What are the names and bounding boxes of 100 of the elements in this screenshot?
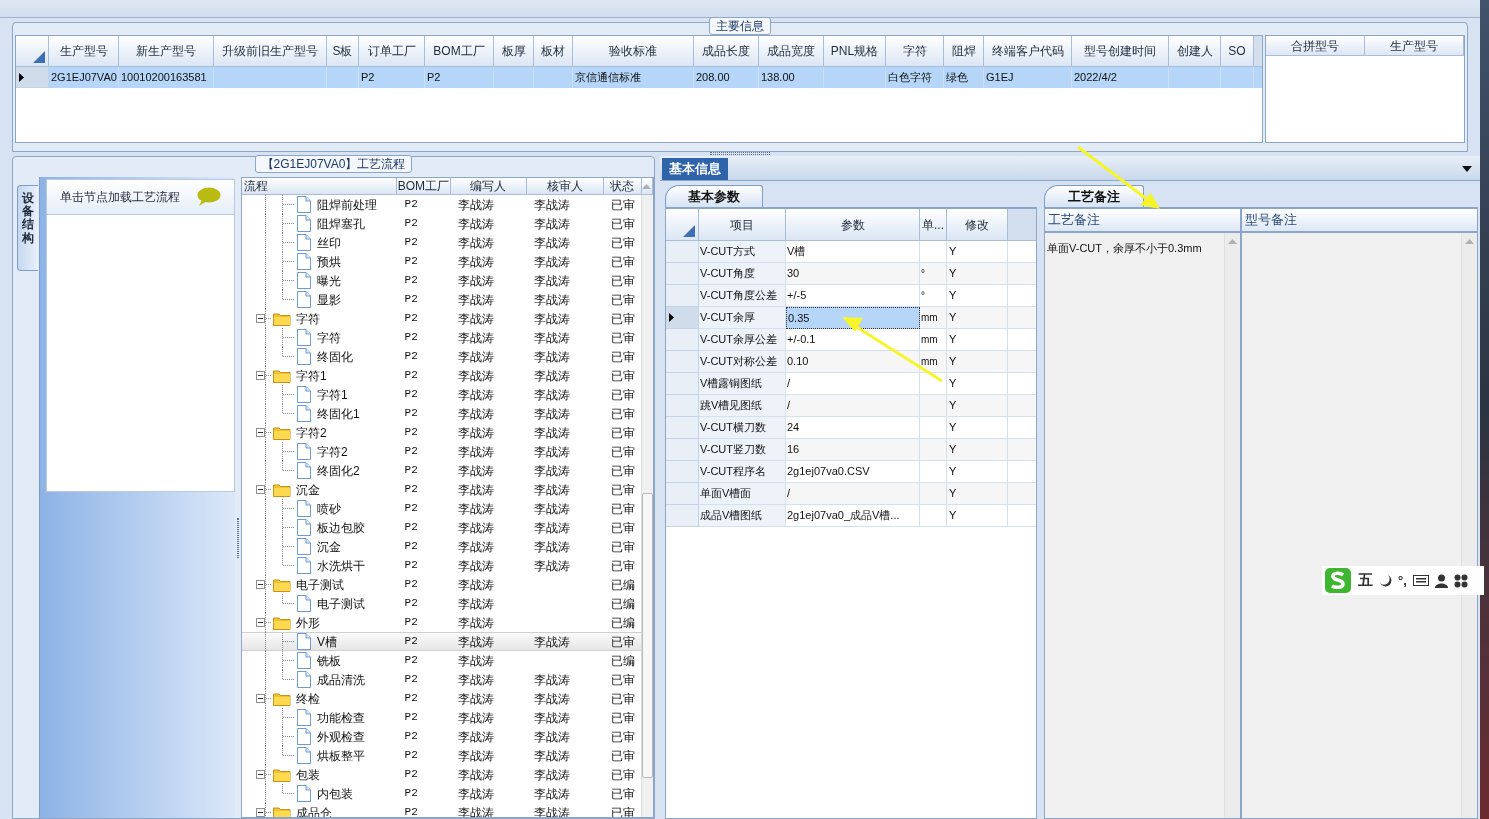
column-header[interactable]: 型号备注 — [1242, 209, 1477, 233]
row-pointer-icon — [669, 313, 674, 322]
panel-tab[interactable]: 工艺备注 — [1044, 185, 1144, 207]
tree-node-label: 字符 — [295, 310, 320, 328]
tree-node-label: 曝光 — [316, 272, 341, 290]
column-header[interactable]: PNL规格 — [824, 36, 886, 67]
table-cell-text: Y — [948, 244, 957, 260]
column-header[interactable]: 修改 — [947, 209, 1008, 241]
hint-header[interactable]: 单击节点加载工艺流程 — [45, 179, 235, 215]
table-row[interactable]: 单面V槽面 / Y — [666, 483, 1036, 505]
side-tab[interactable]: 设备结构 — [17, 185, 38, 271]
collapse-toggle[interactable] — [255, 371, 265, 380]
column-header[interactable]: 参数 — [786, 209, 920, 241]
table-row[interactable]: V-CUT横刀数 24 Y — [666, 417, 1036, 439]
document-icon — [296, 728, 311, 745]
tree-node-label: 阻焊塞孔 — [316, 215, 365, 233]
dropdown-icon[interactable] — [1462, 166, 1472, 172]
table-row[interactable]: V-CUT余厚 0.35 mm Y — [666, 307, 1036, 329]
collapse-toggle[interactable] — [255, 485, 265, 494]
table-row[interactable]: V-CUT竖刀数 16 Y — [666, 439, 1036, 461]
column-header[interactable]: 工艺备注 — [1045, 209, 1240, 233]
table-cell[interactable]: 2g1ej07va0_成品V槽... — [786, 505, 920, 527]
table-row[interactable]: V-CUT角度公差 +/-5 ° Y — [666, 285, 1036, 307]
splitter-grip[interactable] — [236, 517, 239, 558]
column-header[interactable]: 创建人 — [1169, 36, 1221, 67]
table-cell[interactable]: 0.35 — [786, 307, 920, 329]
table-cell-text: 李战涛 — [458, 310, 495, 328]
table-cell-text: 已审 — [611, 709, 636, 727]
grid-icon[interactable] — [1453, 573, 1468, 588]
table-row[interactable]: 成品V槽图纸 2g1ej07va0_成品V槽... Y — [666, 505, 1036, 527]
collapse-toggle[interactable] — [255, 808, 265, 817]
column-header[interactable]: 字符 — [886, 36, 944, 67]
collapse-toggle[interactable] — [255, 694, 265, 703]
column-header[interactable]: 流程 — [241, 178, 397, 195]
column-header[interactable]: 型号创建时间 — [1072, 36, 1169, 67]
column-header[interactable]: 新生产型号 — [119, 36, 214, 67]
table-cell-text: 李战涛 — [458, 329, 495, 347]
column-header[interactable]: 验收标准 — [573, 36, 694, 67]
table-cell-text: mm — [920, 355, 938, 369]
column-header[interactable]: 单... — [920, 209, 947, 241]
column-header[interactable]: BOM工厂 — [396, 178, 451, 195]
table-row[interactable]: V-CUT方式 V槽 Y — [666, 241, 1036, 263]
table-row[interactable]: 2G1EJ07VA0 10010200163581 P2 P2 京信通信标准 208.00 138.00 白色字符 绿色 G1EJ 2022/4/2 — [16, 67, 1262, 88]
splitter-grip[interactable] — [710, 152, 770, 155]
table-cell-text: 已审 — [611, 462, 636, 480]
user-icon[interactable] — [1434, 573, 1448, 588]
document-icon — [296, 652, 311, 669]
table-row[interactable]: V-CUT对称公差 0.10 mm Y — [666, 351, 1036, 373]
table-cell-text: Y — [948, 288, 957, 304]
scroll-thumb[interactable] — [642, 493, 653, 778]
column-header[interactable]: 生产型号 — [49, 36, 119, 67]
column-header[interactable]: 订单工厂 — [359, 36, 425, 67]
table-cell-text: 已编 — [611, 576, 636, 594]
column-header[interactable]: S板 — [327, 36, 359, 67]
table-cell-text: P2 — [404, 539, 418, 555]
table-row[interactable]: V-CUT角度 30 ° Y — [666, 263, 1036, 285]
column-header[interactable]: 终端客户代码 — [984, 36, 1072, 67]
detail-tab[interactable]: 基本信息 — [662, 158, 728, 180]
collapse-toggle[interactable] — [255, 314, 265, 323]
folder-icon — [272, 767, 291, 782]
column-header[interactable]: 升级前旧生产型号 — [214, 36, 327, 67]
table-cell-text: mm — [920, 311, 938, 325]
column-header[interactable]: 状态 — [603, 178, 642, 195]
scrollbar[interactable] — [641, 195, 653, 817]
column-header[interactable]: BOM工厂 — [425, 36, 494, 67]
collapse-toggle[interactable] — [255, 580, 265, 589]
collapse-toggle[interactable] — [255, 618, 265, 627]
table-row[interactable]: V槽露铜图纸 / Y — [666, 373, 1036, 395]
column-header[interactable]: 编写人 — [450, 178, 527, 195]
table-cell-text: 已审 — [611, 785, 636, 803]
tree-row[interactable]: V槽 P2 李战涛 李战涛 已审 — [241, 632, 641, 651]
table-cell-text: 已审 — [611, 519, 636, 537]
table-row[interactable]: 跳V槽见图纸 / Y — [666, 395, 1036, 417]
column-header[interactable]: 项目 — [699, 209, 786, 241]
keyboard-icon[interactable] — [1412, 575, 1429, 586]
column-header[interactable]: 成品宽度 — [759, 36, 824, 67]
table-cell-text: 李战涛 — [458, 538, 495, 556]
table-cell-text: 李战涛 — [534, 519, 571, 537]
row-header[interactable] — [666, 307, 699, 329]
column-header[interactable]: SO — [1221, 36, 1254, 67]
collapse-toggle[interactable] — [255, 770, 265, 779]
table-cell-text: P2 — [404, 653, 418, 669]
table-cell-text: P2 — [404, 406, 418, 422]
column-header[interactable]: 生产型号 — [1365, 36, 1464, 56]
panel-tab[interactable]: 基本参数 — [665, 185, 763, 207]
collapse-toggle[interactable] — [255, 428, 265, 437]
column-header[interactable]: 合拼型号 — [1266, 36, 1365, 56]
row-header[interactable] — [16, 67, 49, 88]
moon-icon[interactable] — [1379, 574, 1392, 587]
column-header[interactable]: 成品长度 — [694, 36, 759, 67]
column-header[interactable]: 阻焊 — [944, 36, 984, 67]
table-row[interactable]: V-CUT余厚公差 +/-0.1 mm Y — [666, 329, 1036, 351]
input-mode[interactable]: 五 — [1358, 569, 1373, 592]
tree-node-label: 字符2 — [295, 424, 327, 442]
column-header[interactable]: 板厚 — [494, 36, 534, 67]
column-header[interactable]: 核审人 — [526, 178, 604, 195]
punctuation-mode[interactable]: °, — [1398, 570, 1407, 591]
table-row[interactable]: V-CUT程序名 2g1ej07va0.CSV Y — [666, 461, 1036, 483]
table-cell-text: 已审 — [611, 386, 636, 404]
column-header[interactable]: 板材 — [534, 36, 573, 67]
